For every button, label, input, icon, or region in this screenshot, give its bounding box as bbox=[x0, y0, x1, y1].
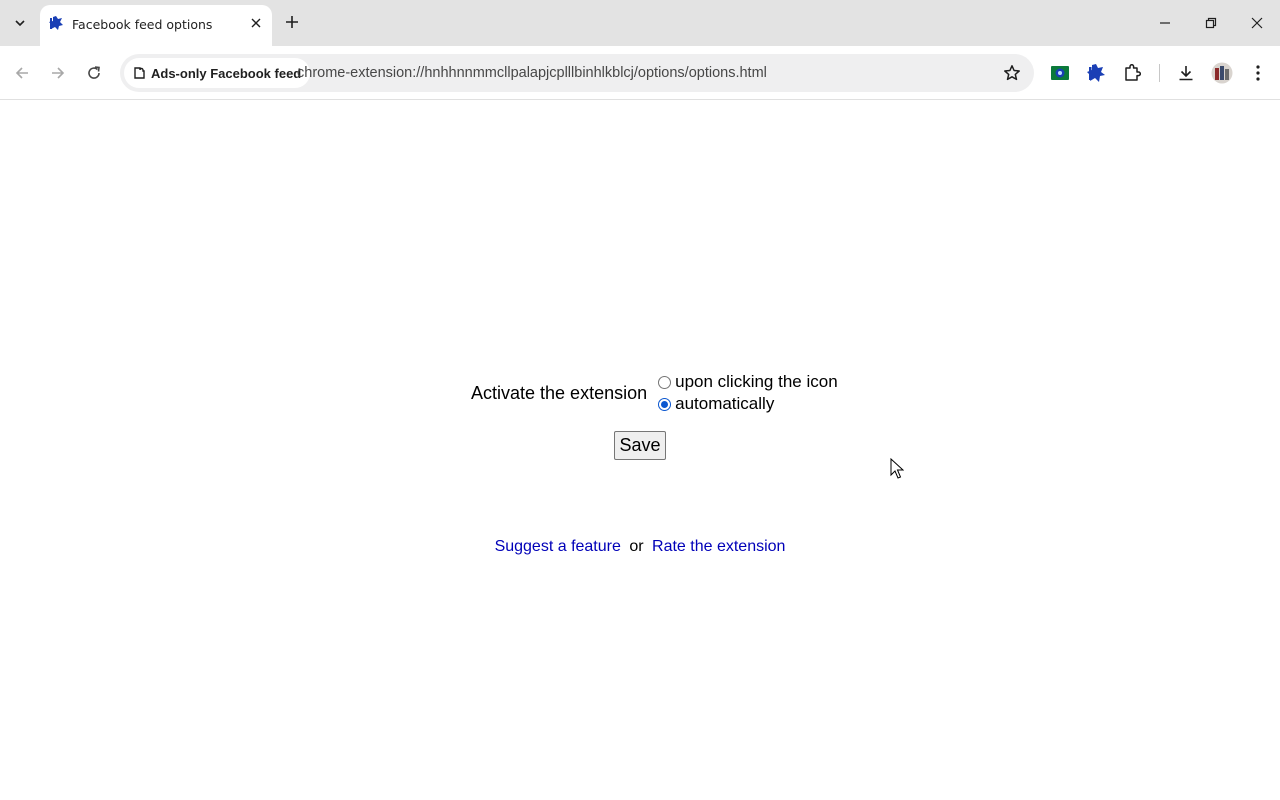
camera-extension-button[interactable] bbox=[1048, 61, 1072, 85]
splash-extension-button[interactable] bbox=[1084, 61, 1108, 85]
star-icon bbox=[1004, 65, 1020, 81]
activate-label: Activate the extension bbox=[471, 382, 648, 403]
tab-search-button[interactable] bbox=[6, 9, 34, 37]
minimize-icon bbox=[1160, 22, 1170, 24]
radio-label-automatically[interactable]: automatically bbox=[675, 394, 774, 414]
radio-option-automatically[interactable]: automatically bbox=[657, 393, 838, 415]
site-info-chip[interactable]: Ads-only Facebook feed bbox=[124, 58, 311, 88]
puzzle-extensions-icon bbox=[1125, 64, 1141, 81]
suggest-feature-link[interactable]: Suggest a feature bbox=[495, 538, 621, 555]
address-bar[interactable]: Ads-only Facebook feed chrome-extension:… bbox=[120, 54, 1034, 92]
radio-label-on-click[interactable]: upon clicking the icon bbox=[675, 372, 838, 392]
options-page: Activate the extension upon clicking the… bbox=[0, 101, 1280, 800]
profile-button[interactable] bbox=[1210, 61, 1234, 85]
activation-radio-group: upon clicking the icon automatically bbox=[657, 371, 838, 415]
back-icon bbox=[15, 67, 28, 79]
restore-icon bbox=[1205, 17, 1217, 29]
downloads-button[interactable] bbox=[1174, 61, 1198, 85]
browser-toolbar: Ads-only Facebook feed chrome-extension:… bbox=[0, 46, 1280, 100]
camera-extension-icon bbox=[1051, 66, 1069, 80]
restore-button[interactable] bbox=[1188, 0, 1234, 46]
toolbar-divider bbox=[1159, 64, 1160, 82]
save-button[interactable]: Save bbox=[614, 431, 666, 460]
active-tab[interactable]: Facebook feed options bbox=[40, 5, 272, 46]
mouse-cursor-icon bbox=[890, 458, 904, 479]
radio-on-click[interactable] bbox=[658, 375, 672, 389]
or-text: or bbox=[629, 538, 644, 555]
more-menu-button[interactable] bbox=[1246, 61, 1270, 85]
activation-options: Activate the extension upon clicking the… bbox=[471, 371, 838, 415]
extensions-menu-button[interactable] bbox=[1120, 61, 1144, 85]
close-icon bbox=[251, 18, 261, 28]
new-tab-button[interactable] bbox=[280, 10, 304, 34]
site-chip-label: Ads-only Facebook feed bbox=[151, 65, 302, 81]
reload-button[interactable] bbox=[80, 59, 108, 87]
extension-favicon-icon bbox=[49, 16, 63, 30]
minimize-button[interactable] bbox=[1142, 0, 1188, 46]
rate-extension-link[interactable]: Rate the extension bbox=[652, 538, 785, 555]
radio-automatically[interactable] bbox=[658, 397, 672, 411]
tab-search-icon bbox=[15, 20, 25, 27]
url-text[interactable]: chrome-extension://hnhhnnmmcllpalapjcpll… bbox=[297, 65, 767, 81]
tab-close-button[interactable] bbox=[248, 15, 264, 31]
bookmark-star-button[interactable] bbox=[1002, 63, 1022, 83]
extension-chip-icon bbox=[134, 67, 145, 79]
reload-icon bbox=[88, 66, 100, 79]
tab-title: Facebook feed options bbox=[72, 17, 213, 32]
tab-strip: Facebook feed options bbox=[0, 0, 1280, 46]
blue-splash-extension-icon bbox=[1087, 64, 1105, 82]
forward-icon bbox=[52, 67, 65, 79]
more-menu-icon bbox=[1256, 65, 1260, 81]
window-close-icon bbox=[1251, 17, 1263, 29]
radio-option-on-click[interactable]: upon clicking the icon bbox=[657, 371, 838, 393]
window-close-button[interactable] bbox=[1234, 0, 1280, 46]
profile-avatar-icon bbox=[1211, 62, 1233, 84]
download-icon bbox=[1179, 66, 1193, 81]
footer-links: Suggest a feature or Rate the extension bbox=[0, 538, 1280, 556]
plus-icon bbox=[286, 16, 298, 28]
back-button[interactable] bbox=[8, 59, 36, 87]
forward-button[interactable] bbox=[44, 59, 72, 87]
